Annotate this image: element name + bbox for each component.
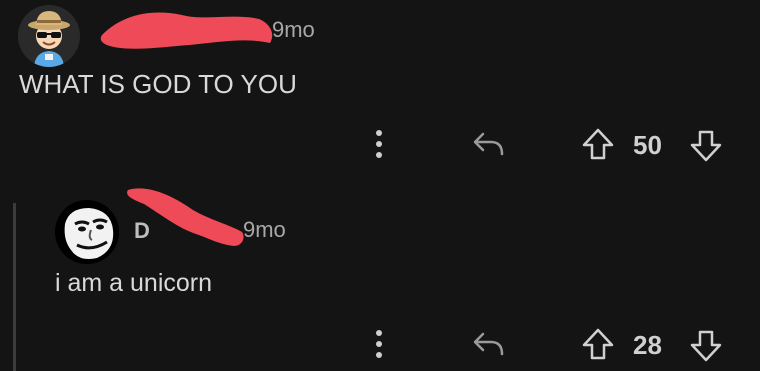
reply-icon	[473, 332, 504, 356]
downvote-arrow-icon	[690, 330, 722, 362]
vote-score: 50	[633, 130, 662, 160]
redaction-scribble	[94, 3, 284, 57]
comment-age: 9mo	[272, 17, 315, 42]
avatar-cartoon-icon	[18, 5, 80, 67]
upvote-button[interactable]	[578, 124, 618, 164]
redaction-scribble	[118, 180, 248, 252]
downvote-button[interactable]	[686, 126, 726, 166]
avatar[interactable]	[18, 5, 80, 67]
avatar-face-icon	[55, 200, 119, 264]
comment-age: 9mo	[243, 217, 286, 242]
more-vertical-icon	[376, 330, 382, 358]
more-options-button[interactable]	[366, 326, 392, 362]
upvote-arrow-icon	[582, 328, 614, 360]
upvote-button[interactable]	[578, 324, 618, 364]
downvote-arrow-icon	[690, 130, 722, 162]
vote-score: 28	[633, 330, 662, 360]
more-vertical-icon	[376, 130, 382, 158]
avatar[interactable]	[55, 200, 119, 264]
more-options-button[interactable]	[366, 126, 392, 162]
thread-line[interactable]	[13, 203, 16, 371]
reply-button[interactable]	[468, 124, 508, 164]
comment-body: i am a unicorn	[55, 269, 213, 297]
reply-button[interactable]	[468, 324, 508, 364]
upvote-arrow-icon	[582, 128, 614, 160]
reply-icon	[473, 132, 504, 156]
comment-body: WHAT IS GOD TO YOU	[19, 69, 297, 99]
downvote-button[interactable]	[686, 326, 726, 366]
